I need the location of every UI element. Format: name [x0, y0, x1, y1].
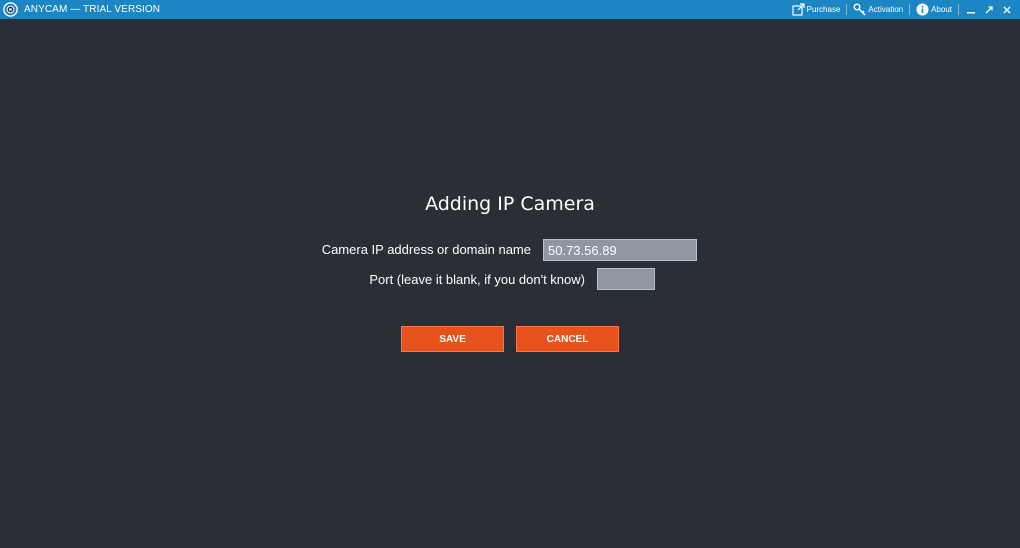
info-icon	[916, 3, 929, 16]
port-input[interactable]	[597, 268, 655, 290]
purchase-label: Purchase	[806, 5, 841, 14]
save-button[interactable]: SAVE	[401, 326, 504, 352]
activation-button[interactable]: Activation	[850, 3, 906, 16]
divider	[846, 4, 848, 15]
close-icon	[1003, 6, 1011, 13]
dialog-title: Adding IP Camera	[425, 193, 595, 215]
port-label: Port (leave it blank, if you don't know)	[369, 272, 585, 287]
title-bar: ANYCAM — TRIAL VERSION Purchase Activati…	[0, 0, 1020, 19]
minimize-icon	[967, 11, 975, 13]
anycam-logo-icon	[3, 2, 18, 17]
restore-icon	[985, 5, 993, 13]
external-link-icon	[792, 3, 805, 16]
close-button[interactable]	[998, 0, 1016, 19]
key-icon	[853, 3, 866, 16]
restore-button[interactable]	[980, 0, 998, 19]
divider	[958, 4, 959, 15]
minimize-button[interactable]	[962, 0, 980, 19]
activation-label: Activation	[868, 5, 904, 14]
divider	[909, 4, 911, 15]
about-button[interactable]: About	[913, 3, 955, 16]
window-title: ANYCAM — TRIAL VERSION	[24, 4, 161, 15]
ip-address-input[interactable]	[543, 239, 697, 261]
about-label: About	[931, 5, 952, 14]
cancel-button[interactable]: CANCEL	[516, 326, 619, 352]
purchase-button[interactable]: Purchase	[789, 3, 844, 16]
title-bar-actions: Purchase Activation About	[789, 0, 1016, 19]
ip-address-label: Camera IP address or domain name	[321, 242, 531, 257]
